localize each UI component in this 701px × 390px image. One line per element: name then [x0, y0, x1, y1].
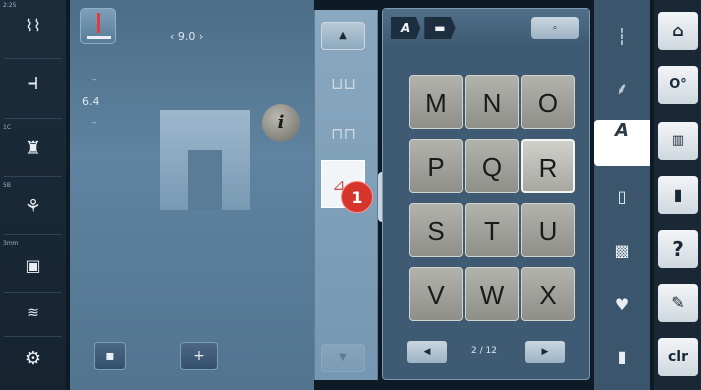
needle-base-icon [87, 36, 111, 39]
right-function-column: ⌂ O° ▥ ▮ ? ✎ clr [654, 0, 701, 390]
divider [4, 292, 62, 293]
category-buttonholes[interactable]: ▯ [598, 174, 646, 220]
category-quilt-stitches[interactable]: ▩ [598, 228, 646, 274]
divider [4, 58, 62, 59]
sewing-consultant-button[interactable]: ▮ [658, 176, 698, 214]
page-indicator: 2 / 12 [471, 346, 497, 356]
letter-key[interactable]: U [521, 203, 575, 257]
divider [4, 234, 62, 235]
thread-tension-icon: ⌇⌇ [25, 16, 41, 35]
letter-key[interactable]: W [465, 267, 519, 321]
tab-folder[interactable]: ▬ [424, 17, 456, 39]
time-label: 2:25 [3, 2, 17, 9]
stitch-length-value[interactable]: 6.4 [82, 95, 100, 108]
category-alphabets[interactable]: A [594, 120, 650, 166]
letter-key[interactable]: V [409, 267, 463, 321]
next-page-button[interactable]: ▶ [525, 341, 565, 363]
needle-position-button[interactable] [80, 8, 116, 44]
length-plus-icon[interactable]: – [92, 118, 97, 128]
panel-header: A ▬ ⌕ [383, 9, 589, 45]
needle-item[interactable]: ⫞ [0, 62, 66, 114]
category-memory[interactable]: ▮ [598, 334, 646, 380]
letter-key[interactable]: N [465, 75, 519, 129]
stitch-pattern-icon: ⊓⊓ [331, 124, 356, 143]
heart-icon: ♥ [614, 295, 630, 314]
divider [4, 336, 62, 337]
letter-key[interactable]: M [409, 75, 463, 129]
prev-page-button[interactable]: ◀ [407, 341, 447, 363]
stitch-width-value[interactable]: ‹ 9.0 › [170, 30, 203, 43]
stitch-plate-item[interactable]: 3mm ▣ [0, 238, 66, 288]
letter-key[interactable]: S [409, 203, 463, 257]
divider [4, 176, 62, 177]
add-button[interactable]: + [180, 342, 218, 370]
setup-button[interactable]: O° [658, 66, 698, 104]
foot-inner [188, 150, 222, 210]
tutorial-button[interactable]: ▥ [658, 122, 698, 160]
breadcrumb: A ▬ [391, 17, 460, 39]
length-minus-icon[interactable]: – [92, 75, 97, 85]
strip-up-button[interactable]: ▲ [321, 22, 365, 50]
letter-key[interactable]: O [521, 75, 575, 129]
zigzag-icon: ⸙ [615, 79, 628, 98]
stitch-line-icon: ┆ [617, 27, 627, 46]
square-icon: ▪ [105, 348, 115, 364]
letter-key[interactable]: T [465, 203, 519, 257]
strip-cell[interactable]: ⊔⊔ [321, 60, 365, 108]
letter-key[interactable]: Q [465, 139, 519, 193]
quilt-icon: ▩ [614, 241, 630, 260]
category-personal-program[interactable]: ♥ [598, 282, 646, 328]
needle-red-icon [97, 13, 100, 33]
category-column: ┆ ⸙ A ▯ ▩ ♥ ▮ [594, 0, 650, 390]
indicator-3mm: 3mm [3, 240, 19, 247]
strip-cell[interactable]: ⊓⊓ [321, 110, 365, 158]
foot-pressure-icon: ⚘ [24, 196, 42, 217]
memory-icon: ▮ [617, 347, 627, 366]
letter-key-selected[interactable]: R [521, 139, 575, 193]
sewing-machine-screen: 2:25 ⌇⌇ ⫞ 1C ♜ 5B ⚘ 3mm ▣ ≋ ⚙ ‹ 9.0 › – … [0, 0, 701, 390]
indicator-5b: 5B [3, 182, 11, 189]
presser-foot-icon: ♜ [24, 138, 42, 159]
alphabet-panel: A ▬ ⌕ M N O P Q R S T U V W X ◀ 2 / 12 ▶ [382, 8, 590, 380]
divider [4, 118, 62, 119]
stitch-plate-icon: ▣ [25, 256, 41, 275]
stitch-preview-button[interactable]: ▪ [94, 342, 126, 370]
stitch-pattern-icon: ⊔⊔ [331, 74, 356, 93]
callout-badge: 1 [341, 181, 373, 213]
letter-key[interactable]: P [409, 139, 463, 193]
feed-dog-icon: ≋ [27, 305, 39, 321]
home-button[interactable]: ⌂ [658, 12, 698, 50]
feed-dog-item[interactable]: ≋ [0, 296, 66, 336]
strip-down-button[interactable]: ▼ [321, 344, 365, 372]
tab-alphabet[interactable]: A [391, 17, 421, 39]
left-status-column: 2:25 ⌇⌇ ⫞ 1C ♜ 5B ⚘ 3mm ▣ ≋ ⚙ [0, 0, 66, 390]
machine-settings-item[interactable]: ⚙ [0, 340, 66, 380]
stitch-work-area: ‹ 9.0 › – 6.4 – i ▪ + [70, 0, 314, 390]
buttonhole-icon: ▯ [617, 187, 627, 206]
clear-button[interactable]: clr [658, 338, 698, 376]
category-practical-stitches[interactable]: ┆ [598, 14, 646, 60]
needle-icon: ⫞ [27, 70, 39, 95]
info-button[interactable]: i [262, 104, 300, 142]
presser-foot-item[interactable]: 1C ♜ [0, 122, 66, 172]
help-button[interactable]: ? [658, 230, 698, 268]
pager: ◀ 2 / 12 ▶ [401, 341, 571, 365]
foot-pressure-item[interactable]: 5B ⚘ [0, 180, 66, 232]
presser-foot-preview [160, 90, 270, 230]
tension-item[interactable]: 2:25 ⌇⌇ [0, 0, 66, 50]
indicator-1c: 1C [3, 124, 12, 131]
gear-icon: ⚙ [24, 348, 42, 369]
category-decorative-stitches[interactable]: ⸙ [598, 66, 646, 112]
letter-key[interactable]: X [521, 267, 575, 321]
search-button[interactable]: ⌕ [531, 17, 579, 39]
eco-button[interactable]: ✎ [658, 284, 698, 322]
